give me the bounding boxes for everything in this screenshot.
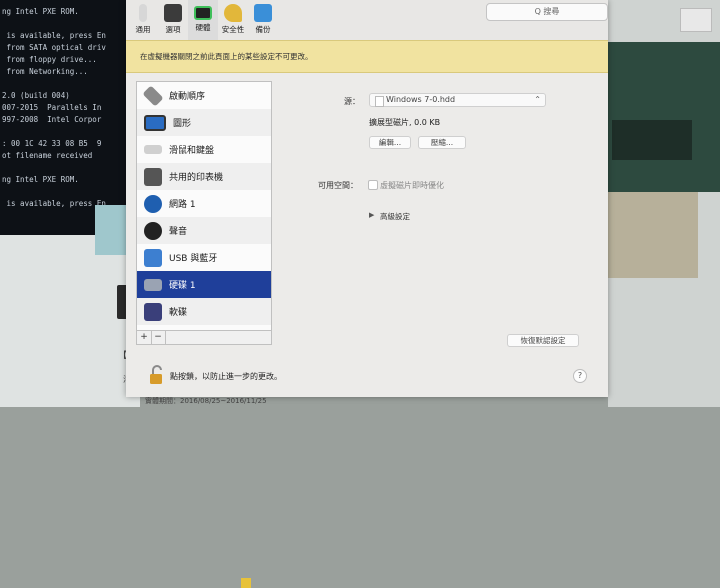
tab-options[interactable]: 選項 [158,0,188,35]
network-icon [144,194,162,213]
restore-defaults-button[interactable]: 恢復默認設定 [507,334,579,347]
background-photo [608,192,698,278]
add-device-button[interactable]: + [137,331,152,344]
source-select[interactable]: Windows 7-0.hdd ⌃ [369,93,546,107]
sound-icon [144,221,162,240]
toolbar: 通用 選項 硬體 安全性 備份 Q 搜尋 [126,0,608,40]
chevron-updown-icon: ⌃ [534,95,541,104]
tab-hardware[interactable]: 硬體 [188,0,218,40]
terminal-line: ng Intel PXE ROM. [2,175,79,184]
terminal-line: from SATA optical driv [2,43,106,52]
optimize-label: 虛擬磁片即時優化 [380,181,444,190]
floppy-icon [144,302,162,321]
printer-icon [144,167,162,186]
locked-settings-banner: 在虛擬機器關閉之前此頁面上的某些設定不可更改。 [126,40,608,73]
terminal-line: ng Intel PXE ROM. [2,7,79,16]
terminal-line: from Networking... [2,67,88,76]
terminal-line: is available, press En [2,31,106,40]
boot-order-icon [142,84,164,107]
background-page [0,235,140,407]
source-label: 源： [344,97,360,106]
terminal-line: 2.0 (build 004) [2,91,70,100]
free-space-label: 可用空間： [318,181,358,190]
disk-info: 擴展型磁片, 0.0 KB [369,118,441,127]
sidebar-item-boot-order[interactable]: 啟動順序 [137,82,271,109]
lock-hint: 點按鎖，以防止進一步的更改。 [170,372,282,381]
background-close-button [680,8,712,32]
background-terminal: ng Intel PXE ROM. is available, press En… [0,0,140,235]
sidebar-item-floppy[interactable]: 軟碟 [137,298,271,325]
document-icon [375,96,384,107]
hardware-list: 啟動順序 圖形 滑鼠和鍵盤 共用的印表機 網路 1 聲音 USB 與藍牙 硬碟 [136,81,272,331]
tab-general[interactable]: 通用 [128,0,158,35]
sidebar-item-hard-disk[interactable]: 硬碟 1 [137,271,271,298]
keyboard-icon [144,145,162,154]
hard-disk-icon [144,278,162,291]
sidebar-item-sound[interactable]: 聲音 [137,217,271,244]
help-button[interactable]: ? [573,369,587,383]
remove-device-button[interactable]: − [151,331,166,344]
advanced-settings-link[interactable]: 高級設定 [380,211,410,222]
terminal-line: 997-2008 Intel Corpor [2,115,102,124]
advanced-disclosure-icon[interactable]: ▶ [369,211,374,219]
tab-security[interactable]: 安全性 [218,0,248,35]
lock-icon[interactable] [150,365,164,385]
sidebar-item-printer[interactable]: 共用的印表機 [137,163,271,190]
sidebar-item-graphics[interactable]: 圖形 [137,109,271,136]
edit-button[interactable]: 編輯... [369,136,411,149]
backup-icon [254,4,272,22]
terminal-line: from floppy drive... [2,55,97,64]
optimize-checkbox[interactable] [368,180,378,190]
hardware-icon [194,6,212,20]
background-window-inner [612,120,692,160]
background-window [608,42,720,192]
general-icon [139,4,147,22]
security-key-icon [224,4,242,22]
terminal-line: : 00 1C 42 33 08 B5 9 [2,139,102,148]
search-input[interactable]: Q 搜尋 [486,3,608,21]
usb-bluetooth-icon [144,248,162,267]
sidebar-item-network[interactable]: 網路 1 [137,190,271,217]
graphics-icon [144,114,166,131]
sidebar-item-mouse-keyboard[interactable]: 滑鼠和鍵盤 [137,136,271,163]
terminal-line: ot filename received [2,151,93,160]
compress-button[interactable]: 壓縮... [418,136,466,149]
sidebar-footer: + − [136,331,272,345]
background-text: 實體期間：2016/08/25~2016/11/25 [145,397,267,405]
configuration-dialog: 通用 選項 硬體 安全性 備份 Q 搜尋 在虛擬機器關閉之前此頁面上的某些設定不… [126,0,608,397]
sidebar-item-usb-bluetooth[interactable]: USB 與藍牙 [137,244,271,271]
terminal-line: 007-2015 Parallels In [2,103,102,112]
options-icon [164,4,182,22]
tab-backup[interactable]: 備份 [248,0,278,35]
